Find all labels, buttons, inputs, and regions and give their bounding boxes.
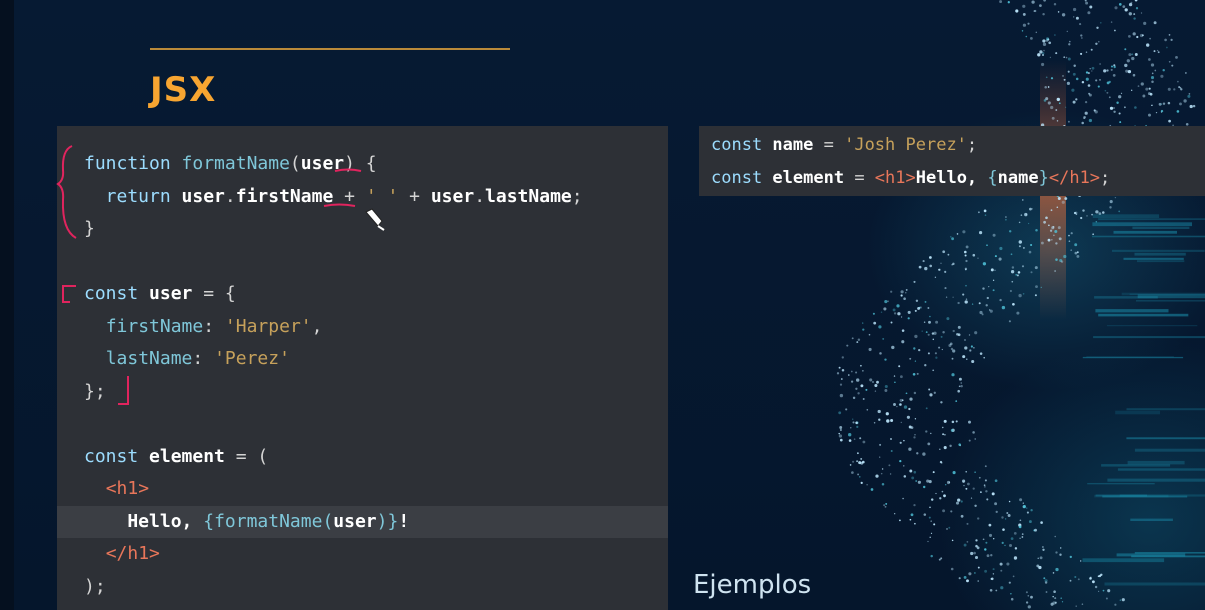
- code-token: <h1>: [874, 168, 916, 188]
- code-token: ;: [966, 135, 978, 155]
- code-token: =: [844, 168, 875, 188]
- code-line: const name = 'Josh Perez';: [711, 128, 1205, 162]
- code-line: const element = <h1>Hello, {name}</h1>;: [711, 161, 1205, 195]
- code-token: {: [987, 168, 998, 188]
- section-label: Ejemplos: [693, 570, 812, 600]
- code-token: 'Josh Perez': [844, 135, 967, 155]
- code-token: name: [772, 135, 814, 155]
- pen-cursor-icon: [365, 208, 385, 231]
- code-token: }: [1038, 168, 1049, 188]
- code-token: ;: [1100, 168, 1111, 188]
- snippet-code-box: const name = 'Josh Perez'; const element …: [699, 126, 1205, 196]
- code-token: const: [711, 168, 773, 188]
- code-token: =: [813, 135, 845, 155]
- code-token: element: [772, 168, 845, 188]
- curly-brace-annotation: [56, 145, 77, 239]
- code-token: const: [711, 135, 773, 155]
- underline-annotation: [323, 203, 356, 207]
- underline-annotation: [334, 168, 362, 172]
- code-token: </h1>: [1048, 168, 1101, 188]
- bracket-close-annotation: [118, 376, 129, 405]
- bracket-open-annotation: [62, 285, 76, 303]
- pen-annotations: [56, 145, 385, 405]
- code-token: name: [997, 168, 1039, 188]
- code-token: Hello,: [915, 168, 988, 188]
